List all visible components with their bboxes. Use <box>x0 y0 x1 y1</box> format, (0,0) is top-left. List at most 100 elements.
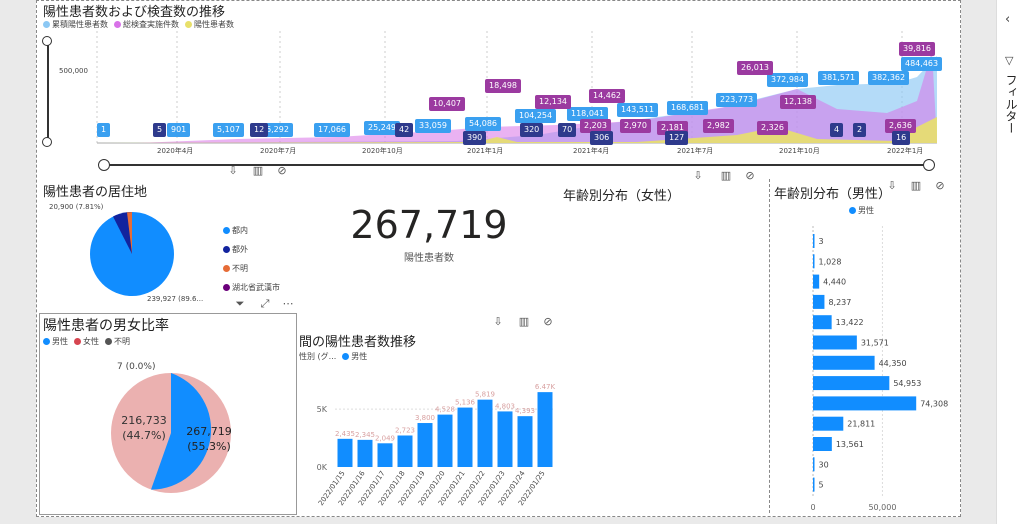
bar-label: 13,561 <box>836 440 864 449</box>
x-tick: 2021年4月 <box>573 147 610 155</box>
legend-item[interactable]: 男性 <box>342 351 367 362</box>
filter-icon[interactable]: ⏷ <box>233 297 247 311</box>
slider-handle-left[interactable] <box>98 159 110 171</box>
drill-down-icon[interactable]: ⇩ <box>491 315 505 329</box>
focus-mode-icon[interactable]: ⤢ <box>258 297 272 311</box>
bar[interactable] <box>813 335 857 350</box>
data-label: 901 <box>167 123 191 137</box>
bar[interactable] <box>813 355 875 370</box>
bar[interactable] <box>813 477 815 492</box>
disable-icon[interactable]: ⊘ <box>743 169 757 183</box>
bar[interactable] <box>813 437 832 451</box>
trend-title: 陽性患者数および検査数の推移 <box>43 5 226 20</box>
pie-label-bottom: 239,927 (89.6... <box>147 295 204 303</box>
bar[interactable] <box>813 396 917 411</box>
chart-icon[interactable]: ▥ <box>517 315 531 329</box>
filter-pane-label[interactable]: フィルター <box>1003 74 1020 134</box>
legend-item[interactable]: 不明 <box>223 259 280 278</box>
bar[interactable] <box>813 274 820 289</box>
legend-item[interactable]: 都外 <box>223 240 280 259</box>
kpi-value: 267,719 <box>350 203 508 247</box>
legend-item[interactable]: 湖北省武漢市 <box>223 278 280 297</box>
data-label: 2,970 <box>620 119 651 133</box>
data-label: 12,134 <box>535 95 571 109</box>
bar[interactable] <box>813 254 815 269</box>
more-options-icon[interactable]: ⋯ <box>281 297 295 311</box>
x-tick: 0 <box>810 503 815 512</box>
legend-title: 性別 (グ... <box>299 352 337 361</box>
x-tick: 2021年7月 <box>677 147 714 155</box>
legend-item-cumulative[interactable]: 累積陽性患者数 <box>43 19 108 30</box>
legend-item[interactable]: 都内 <box>223 221 280 240</box>
bar[interactable] <box>517 416 533 467</box>
slider-handle-top[interactable] <box>42 36 52 46</box>
bar[interactable] <box>337 438 353 467</box>
bar[interactable] <box>477 399 493 467</box>
disable-icon[interactable]: ⊘ <box>933 179 947 193</box>
x-tick: 50,000 <box>868 503 896 512</box>
trend-y-tick: 500,000 <box>59 67 88 75</box>
chart-icon[interactable]: ▥ <box>251 164 265 178</box>
chart-icon[interactable]: ▥ <box>719 169 733 183</box>
data-label: 5,107 <box>213 123 244 137</box>
drill-down-icon[interactable]: ⇩ <box>691 169 705 183</box>
legend-item[interactable]: 女性 <box>74 336 99 347</box>
collapse-chevron-icon[interactable]: ‹ <box>1005 12 1010 27</box>
data-label: 484,463 <box>901 57 943 71</box>
male-age-title: 年齢別分布（男性） <box>774 187 892 202</box>
drill-down-icon[interactable]: ⇩ <box>885 179 899 193</box>
bar-label: 13,422 <box>836 318 864 327</box>
y-tick: 5K <box>317 405 328 414</box>
slider-handle-bottom[interactable] <box>42 137 52 147</box>
data-label: 16 <box>892 131 911 145</box>
disable-icon[interactable]: ⊘ <box>541 315 555 329</box>
residence-legend: 都内 都外 不明 湖北省武漢市 <box>223 221 280 297</box>
bar-label: 4,803 <box>495 402 515 410</box>
bar[interactable] <box>397 435 413 467</box>
slider-handle-right[interactable] <box>923 159 935 171</box>
bar[interactable] <box>813 315 832 330</box>
vertical-range-slider[interactable] <box>47 39 49 143</box>
data-label: 42 <box>395 123 414 137</box>
bar[interactable] <box>813 416 844 431</box>
legend-item[interactable]: 男性 <box>849 205 874 216</box>
bar[interactable] <box>537 392 553 467</box>
gender-title: 陽性患者の男女比率 <box>43 318 169 334</box>
x-tick: 2020年10月 <box>362 147 403 155</box>
x-tick: 2020年7月 <box>260 147 297 155</box>
bar-label: 54,953 <box>893 379 921 388</box>
data-label: 381,571 <box>818 71 860 85</box>
bar[interactable] <box>813 457 815 472</box>
data-label: 390 <box>463 131 487 145</box>
data-label: 306 <box>590 131 614 145</box>
data-label: 33,059 <box>415 119 451 133</box>
female-pct: (44.7%) <box>122 429 166 442</box>
filter-icon[interactable]: ▽ <box>1005 54 1013 67</box>
bar[interactable] <box>377 443 393 467</box>
bar[interactable] <box>417 423 433 467</box>
chart-icon[interactable]: ▥ <box>909 179 923 193</box>
bar[interactable] <box>457 407 473 467</box>
bar-label: 44,350 <box>879 359 907 368</box>
drill-down-icon[interactable]: ⇩ <box>226 164 240 178</box>
bar[interactable] <box>437 414 453 467</box>
bar[interactable] <box>813 234 815 248</box>
legend-item-positive[interactable]: 陽性患者数 <box>185 19 234 30</box>
legend-item[interactable]: 不明 <box>105 336 130 347</box>
data-label: 127 <box>665 131 689 145</box>
bar-label: 2,723 <box>395 426 415 434</box>
data-label: 54,086 <box>465 117 501 131</box>
data-label: 5 <box>153 123 167 137</box>
bar[interactable] <box>497 411 513 467</box>
legend-item-tests[interactable]: 総検査実施件数 <box>114 19 179 30</box>
bar[interactable] <box>813 376 890 391</box>
residence-pie <box>90 211 174 296</box>
legend-item[interactable]: 男性 <box>43 336 68 347</box>
x-tick: 2022年1月 <box>887 147 924 155</box>
disable-icon[interactable]: ⊘ <box>275 164 289 178</box>
bar[interactable] <box>813 294 825 309</box>
female-value: 216,733 <box>121 414 167 427</box>
x-tick: 2021年1月 <box>467 147 504 155</box>
bar[interactable] <box>357 439 373 467</box>
data-label: 320 <box>520 123 544 137</box>
